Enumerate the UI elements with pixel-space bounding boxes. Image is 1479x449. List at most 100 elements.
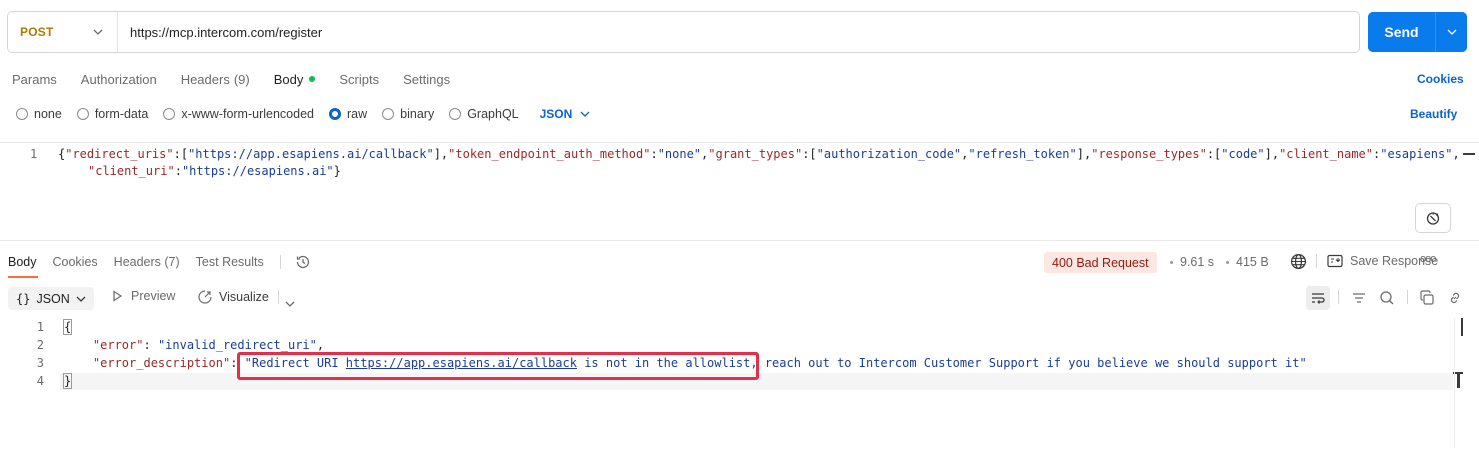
scrollbar-thumb[interactable] [1463, 153, 1475, 155]
response-size[interactable]: 415 B [1236, 255, 1269, 269]
copy-icon [1420, 290, 1434, 305]
url-input[interactable] [118, 12, 1359, 52]
response-tab-body[interactable]: Body [8, 255, 37, 269]
json-string: "code" [1221, 147, 1265, 161]
separator-dot [1170, 261, 1173, 264]
filter-button[interactable] [1347, 286, 1371, 310]
tab-params[interactable]: Params [12, 70, 57, 88]
copy-button[interactable] [1415, 286, 1439, 310]
line-number: 2 [36, 338, 44, 352]
tab-scripts[interactable]: Scripts [339, 70, 379, 88]
response-format-select[interactable]: {} JSON [8, 287, 94, 310]
visualize-button[interactable]: Visualize [197, 289, 269, 305]
play-icon [113, 290, 123, 302]
tab-label: Params [12, 71, 57, 87]
radio-circle-icon [76, 108, 89, 120]
tab-headers[interactable]: Headers (9) [181, 70, 250, 88]
active-tab-indicator [8, 276, 38, 278]
status-badge[interactable]: 400 Bad Request [1044, 252, 1157, 273]
radio-none[interactable]: none [16, 107, 62, 121]
tab-body[interactable]: Body [274, 70, 316, 88]
punct: ], [1076, 147, 1092, 161]
radio-binary[interactable]: binary [382, 107, 434, 121]
json-key: "token_endpoint_auth_method" [448, 147, 651, 161]
brace: { [62, 319, 73, 335]
scroll-track [1454, 318, 1455, 448]
chevron-down-icon [93, 29, 103, 35]
divider [1316, 254, 1317, 268]
divider [278, 290, 279, 304]
divider [1407, 290, 1408, 304]
punct: :[ [1206, 147, 1222, 161]
separator-dot [1226, 261, 1229, 264]
json-string: "https://esapiens.ai" [181, 164, 334, 178]
json-string: "none" [657, 147, 702, 161]
more-options-icon[interactable]: ooo [1420, 253, 1436, 265]
punct: , [1452, 147, 1460, 161]
braces-icon: {} [16, 291, 31, 306]
beautify-link[interactable]: Beautify [1410, 107, 1457, 121]
scrollbar-thumb[interactable] [1461, 318, 1463, 336]
response-tab-headers[interactable]: Headers (7) [114, 255, 180, 269]
raw-language-select[interactable]: JSON [540, 107, 591, 121]
line-number: 1 [36, 320, 44, 334]
punct: } [333, 164, 341, 178]
tab-label: Authorization [80, 71, 157, 87]
cookies-link[interactable]: Cookies [1417, 72, 1464, 86]
json-string: "refresh_token" [968, 147, 1077, 161]
send-options-button[interactable] [1435, 12, 1467, 52]
globe-icon[interactable] [1290, 253, 1307, 273]
punct: :[ [173, 147, 189, 161]
divider [1338, 290, 1339, 304]
radio-label: binary [400, 107, 435, 121]
history-icon[interactable] [295, 254, 311, 270]
send-button[interactable]: Send [1368, 12, 1435, 52]
radio-graphql[interactable]: GraphQL [449, 107, 519, 121]
brace: } [62, 373, 73, 389]
wrap-lines-button[interactable] [1306, 286, 1330, 310]
request-body-editor[interactable]: 1 {"redirect_uris":["https://app.esapien… [0, 142, 1479, 241]
response-tab-cookies[interactable]: Cookies [53, 255, 98, 269]
chevron-down-icon[interactable] [285, 295, 295, 310]
filter-icon [1353, 293, 1365, 303]
tab-settings[interactable]: Settings [403, 70, 450, 88]
code-line: {"redirect_uris":["https://app.esapiens.… [58, 147, 1460, 161]
json-key: "response_types" [1091, 147, 1207, 161]
search-button[interactable] [1375, 286, 1399, 310]
method-select[interactable]: POST [8, 12, 118, 52]
json-key: "client_uri" [88, 164, 175, 178]
tab-count: (9) [233, 71, 250, 87]
link-button[interactable] [1443, 286, 1467, 310]
beautify-button[interactable] [1415, 203, 1451, 233]
line-number: 3 [36, 356, 44, 370]
json-string: "esapiens" [1380, 147, 1453, 161]
tab-label: Settings [403, 71, 451, 87]
json-key: "error_description" [92, 356, 231, 370]
json-string: "invalid_redirect_uri" [157, 338, 317, 352]
code-line: { [62, 319, 73, 335]
preview-button[interactable]: Preview [111, 289, 175, 303]
radio-form-data[interactable]: form-data [76, 107, 148, 121]
chevron-down-icon [1447, 29, 1456, 35]
json-key: "grant_types" [708, 147, 803, 161]
send-button-group: Send [1368, 12, 1467, 52]
code-line-wrap: "client_uri":"https://esapiens.ai"} [88, 164, 341, 178]
chevron-down-icon [76, 296, 86, 302]
radio-circle-icon [163, 108, 176, 120]
tab-authorization[interactable]: Authorization [81, 70, 157, 88]
response-time[interactable]: 9.61 s [1180, 255, 1214, 269]
visualize-label: Visualize [219, 290, 269, 304]
json-key: "error" [92, 338, 144, 352]
divider [279, 255, 281, 269]
response-tab-test-results[interactable]: Test Results [196, 255, 264, 269]
radio-label: GraphQL [467, 107, 519, 121]
punct: :[ [802, 147, 817, 161]
search-icon [1380, 291, 1394, 305]
radio-raw[interactable]: raw [329, 107, 367, 121]
radio-label: raw [347, 107, 368, 121]
modified-dot-icon [309, 76, 316, 82]
code-line: } [62, 373, 73, 389]
radio-urlencoded[interactable]: x-www-form-urlencoded [163, 107, 314, 121]
tab-label: Scripts [339, 71, 380, 87]
radio-selected-icon [329, 108, 341, 120]
